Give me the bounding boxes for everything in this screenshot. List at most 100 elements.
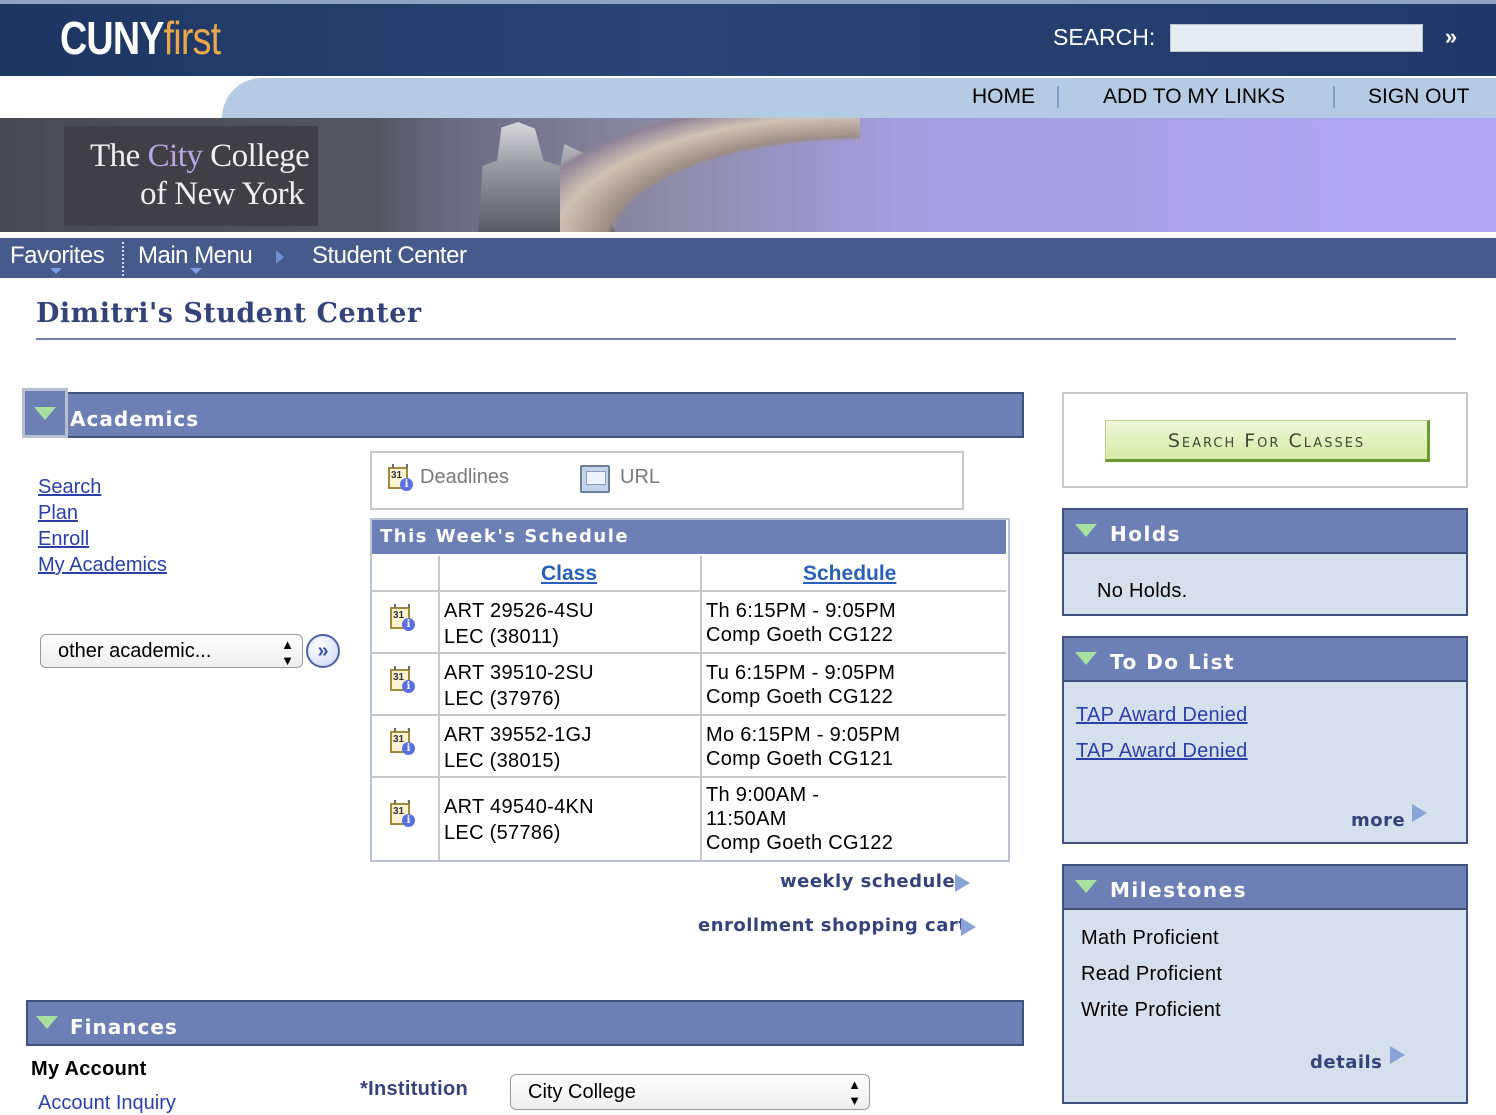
search-input[interactable] [1170, 24, 1423, 52]
url-link[interactable]: URL [620, 466, 660, 489]
table-col-divider [700, 556, 702, 860]
breadcrumb-arrow-icon [276, 250, 284, 264]
class-time: Tu 6:15PM - 9:05PM [706, 662, 896, 684]
add-to-my-links-link[interactable]: ADD TO MY LINKS [1103, 84, 1285, 110]
table-row-divider [372, 714, 1006, 716]
academics-header: Academics [26, 392, 1024, 438]
academics-link-plan[interactable]: Plan [38, 500, 78, 526]
holds-title: Holds [1110, 522, 1182, 546]
milestones-details-link[interactable]: details [1310, 1052, 1382, 1073]
milestone-item: Read Proficient [1081, 963, 1223, 985]
table-row-divider [372, 652, 1006, 654]
milestone-item: Write Proficient [1081, 999, 1222, 1021]
class-code: ART 39510-2SU [444, 662, 594, 684]
table-row-divider [372, 590, 1006, 592]
url-icon[interactable] [580, 465, 610, 493]
page-title: Dimitri's Student Center [36, 298, 422, 329]
class-time: Th 9:00AM - [706, 784, 820, 806]
class-section: LEC (57786) [444, 822, 561, 844]
class-room: Comp Goeth CG122 [706, 624, 894, 646]
college-name-college: College [202, 138, 310, 174]
milestones-title: Milestones [1110, 878, 1248, 902]
other-academic-select[interactable]: other academic... ▲ ▼ [40, 634, 303, 668]
nav-separator [122, 242, 124, 276]
cunyfirst-logo[interactable]: CUNYfirst [60, 12, 221, 64]
todo-item[interactable]: TAP Award Denied [1076, 704, 1248, 727]
go-circle-icon[interactable]: » [306, 634, 340, 668]
institution-label: *Institution [360, 1078, 469, 1100]
class-code: ART 29526-4SU [444, 600, 594, 622]
milestones-panel: Milestones Math Proficient Read Proficie… [1062, 864, 1468, 1104]
column-header-class[interactable]: Class [541, 562, 597, 586]
college-name-line1: The City College [90, 138, 310, 175]
class-time: Th 6:15PM - 9:05PM [706, 600, 896, 622]
link-separator [1333, 86, 1335, 108]
college-name-line2: of New York [140, 176, 305, 212]
account-inquiry-link[interactable]: Account Inquiry [38, 1092, 176, 1115]
column-header-schedule[interactable]: Schedule [803, 562, 896, 586]
college-name-city: City [147, 138, 203, 174]
title-divider [36, 338, 1456, 340]
deadlines-calendar-icon[interactable]: 31 i [388, 464, 413, 492]
arrow-right-icon[interactable] [1390, 1046, 1405, 1064]
favorites-dropdown-icon[interactable] [50, 268, 62, 274]
class-section: LEC (38015) [444, 750, 561, 772]
class-section: LEC (37976) [444, 688, 561, 710]
academics-title: Academics [70, 407, 200, 431]
class-time-cont: 11:50AM [706, 808, 787, 830]
class-info-icon[interactable]: 31 i [390, 604, 415, 632]
institution-select[interactable]: City College ▲ ▼ [510, 1074, 870, 1110]
class-code: ART 39552-1GJ [444, 724, 592, 746]
enrollment-shopping-cart-link[interactable]: enrollment shopping cart [698, 915, 967, 936]
expand-triangle-icon [34, 407, 56, 420]
class-info-icon[interactable]: 31 i [390, 666, 415, 694]
class-room: Comp Goeth CG122 [706, 832, 894, 854]
expand-triangle-icon [1075, 652, 1097, 665]
weekly-schedule-link[interactable]: weekly schedule [780, 871, 955, 892]
sign-out-link[interactable]: SIGN OUT [1368, 84, 1470, 110]
expand-triangle-icon [36, 1016, 58, 1029]
todo-item[interactable]: TAP Award Denied [1076, 740, 1248, 763]
other-academic-select-value: other academic... [58, 640, 212, 662]
finances-header[interactable]: Finances [26, 1000, 1024, 1046]
todo-panel: To Do List TAP Award Denied TAP Award De… [1062, 636, 1468, 844]
my-account-heading: My Account [31, 1058, 147, 1080]
search-label: SEARCH: [1053, 24, 1156, 50]
home-link[interactable]: HOME [972, 84, 1035, 110]
holds-header[interactable]: Holds [1064, 510, 1466, 554]
table-row-divider [372, 776, 1006, 778]
class-room: Comp Goeth CG122 [706, 686, 894, 708]
milestones-header[interactable]: Milestones [1064, 866, 1466, 910]
institution-select-value: City College [528, 1081, 636, 1103]
finances-title: Finances [70, 1015, 178, 1039]
arrow-right-icon[interactable] [1412, 804, 1427, 822]
holds-panel: Holds No Holds. [1062, 508, 1468, 616]
logo-text-cuny: CUNY [60, 12, 164, 64]
banner-arch-image [560, 118, 860, 232]
search-for-classes-button[interactable]: Search For Classes [1105, 420, 1430, 462]
schedule-table-title: This Week's Schedule [372, 520, 1006, 554]
expand-triangle-icon [1075, 524, 1097, 537]
academics-link-search[interactable]: Search [38, 474, 101, 500]
academics-link-enroll[interactable]: Enroll [38, 526, 89, 552]
search-go-icon[interactable]: » [1436, 22, 1466, 52]
header-links-bar [222, 78, 1496, 118]
select-updown-icon: ▲ ▼ [281, 637, 294, 668]
todo-header[interactable]: To Do List [1064, 638, 1466, 682]
logo-text-first: first [163, 12, 221, 64]
todo-title: To Do List [1110, 650, 1236, 674]
class-section: LEC (38011) [444, 626, 560, 648]
todo-more-link[interactable]: more [1351, 810, 1405, 831]
college-name-the: The [90, 138, 148, 174]
arrow-right-icon[interactable] [961, 918, 976, 936]
main-menu-dropdown-icon[interactable] [190, 268, 202, 274]
arrow-right-icon[interactable] [955, 874, 970, 892]
class-info-icon[interactable]: 31 i [390, 728, 415, 756]
deadlines-link[interactable]: Deadlines [420, 466, 509, 489]
academics-collapse-toggle[interactable] [22, 388, 68, 438]
class-room: Comp Goeth CG121 [706, 748, 894, 770]
nav-student-center[interactable]: Student Center [312, 240, 467, 272]
holds-text: No Holds. [1097, 580, 1188, 602]
academics-link-my-academics[interactable]: My Academics [38, 552, 167, 578]
class-info-icon[interactable]: 31 i [390, 800, 415, 828]
